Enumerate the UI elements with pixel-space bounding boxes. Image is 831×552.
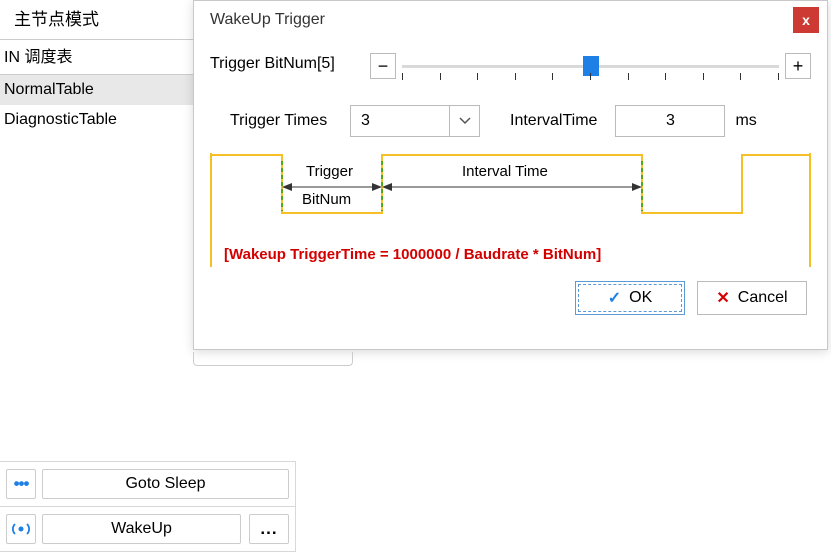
close-button[interactable]: x bbox=[793, 7, 819, 33]
formula-text: [Wakeup TriggerTime = 1000000 / Baudrate… bbox=[224, 246, 601, 263]
mode-header: 主节点模式 bbox=[0, 0, 193, 40]
ok-button[interactable]: ✓ OK bbox=[575, 281, 685, 315]
trigger-times-combo[interactable]: 3 bbox=[350, 105, 480, 137]
bitnum-slider[interactable] bbox=[402, 53, 779, 91]
goto-sleep-icon[interactable]: ••• bbox=[6, 469, 36, 499]
ok-label: OK bbox=[629, 289, 652, 307]
schedule-header: IN 调度表 bbox=[0, 40, 193, 75]
diagram-bitnum-label: BitNum bbox=[302, 191, 351, 208]
schedule-item-normal[interactable]: NormalTable bbox=[0, 75, 193, 105]
diagram-interval-label: Interval Time bbox=[462, 163, 548, 180]
chevron-down-icon[interactable] bbox=[449, 106, 479, 136]
bitnum-decrement[interactable]: − bbox=[370, 53, 396, 79]
trigger-times-value: 3 bbox=[351, 112, 449, 130]
bottom-panel: ••• Goto Sleep WakeUp ... bbox=[0, 461, 296, 552]
interval-label: IntervalTime bbox=[510, 112, 597, 130]
schedule-item-diagnostic[interactable]: DiagnosticTable bbox=[0, 105, 193, 135]
wakeup-trigger-dialog: WakeUp Trigger x Trigger BitNum[5] − + T… bbox=[193, 0, 828, 350]
interval-unit: ms bbox=[735, 112, 756, 130]
cancel-button[interactable]: ✕ Cancel bbox=[697, 281, 807, 315]
bitnum-label: Trigger BitNum[5] bbox=[210, 53, 370, 73]
goto-sleep-button[interactable]: Goto Sleep bbox=[42, 469, 289, 499]
titlebar: WakeUp Trigger x bbox=[194, 1, 827, 39]
diagram-trigger-label: Trigger bbox=[306, 163, 353, 180]
trigger-times-label: Trigger Times bbox=[210, 112, 350, 130]
wakeup-icon[interactable] bbox=[6, 514, 36, 544]
check-icon: ✓ bbox=[608, 288, 621, 308]
bitnum-increment[interactable]: + bbox=[785, 53, 811, 79]
cancel-label: Cancel bbox=[738, 289, 788, 307]
dialog-title: WakeUp Trigger bbox=[210, 11, 793, 29]
x-icon: ✕ bbox=[716, 288, 729, 308]
sidebar: 主节点模式 IN 调度表 NormalTable DiagnosticTable bbox=[0, 0, 193, 135]
wakeup-options-button[interactable]: ... bbox=[249, 514, 289, 544]
wakeup-button[interactable]: WakeUp bbox=[42, 514, 241, 544]
interval-input[interactable] bbox=[615, 105, 725, 137]
tab-border bbox=[193, 352, 353, 366]
waveform-diagram: Trigger BitNum Interval Time [Wakeup Tri… bbox=[210, 153, 811, 267]
